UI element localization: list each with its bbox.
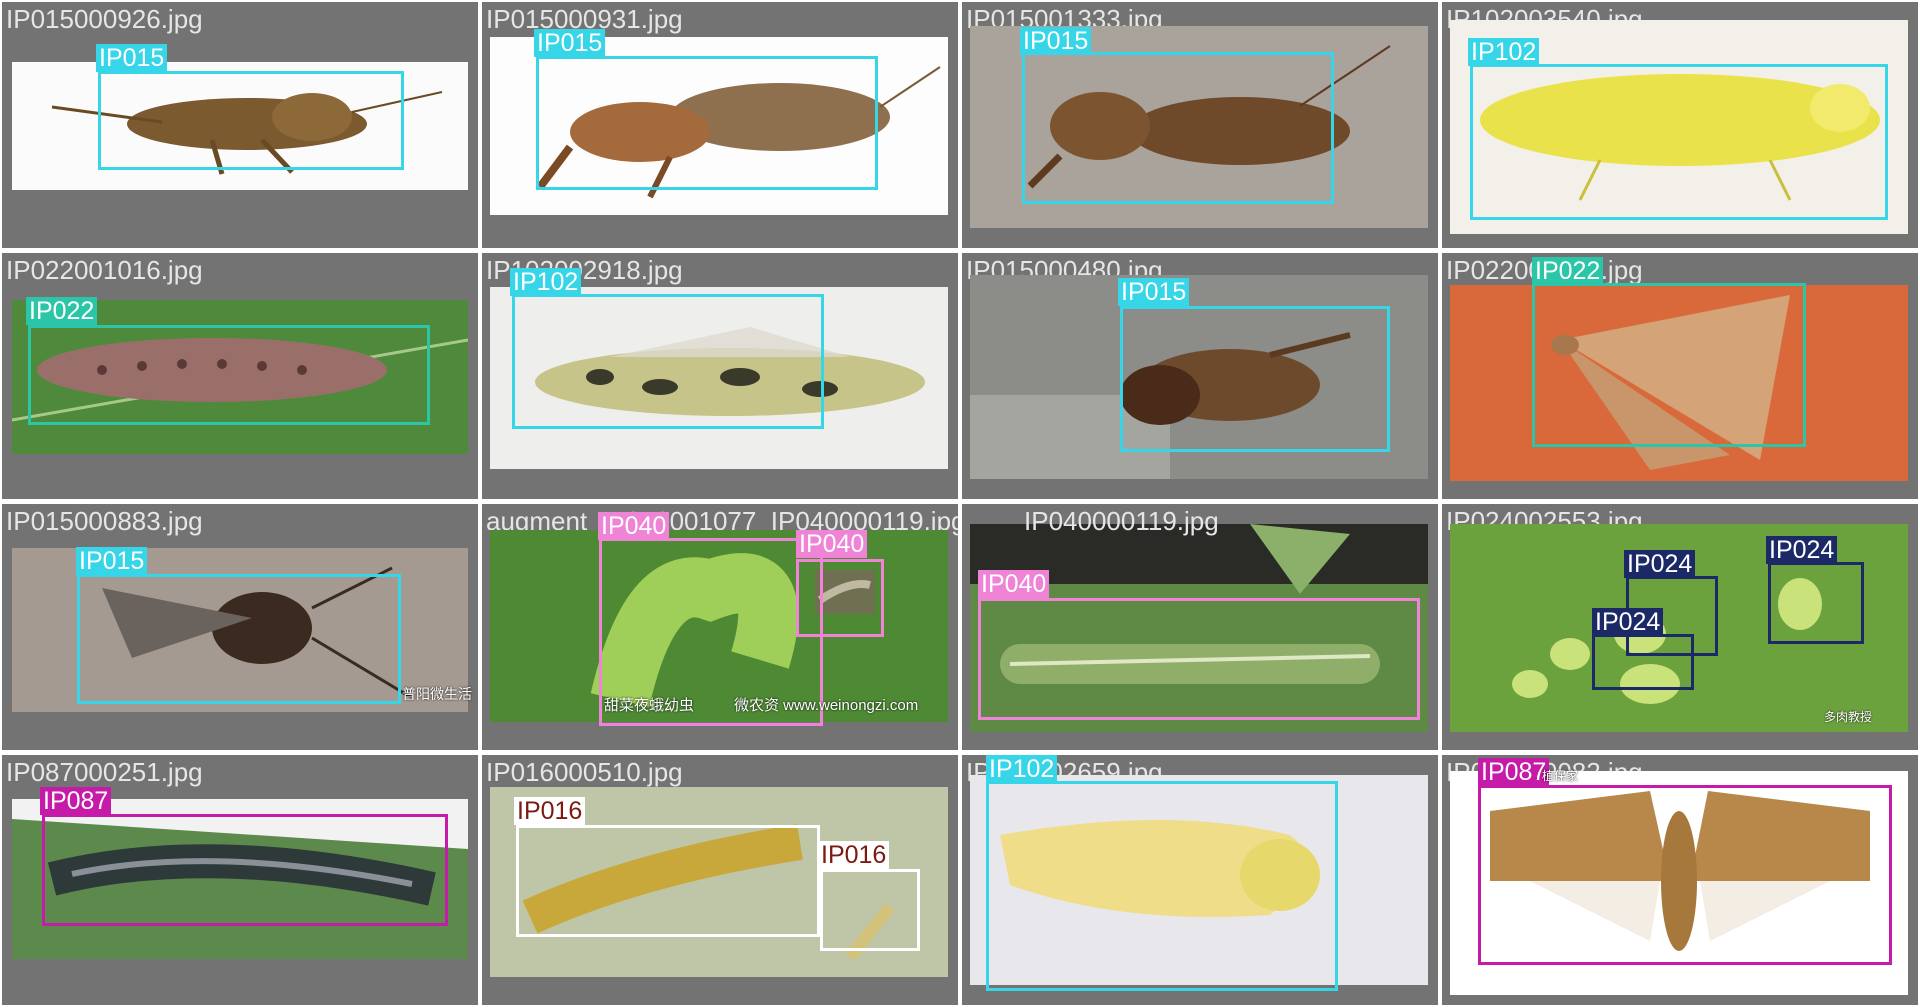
bounding-box (978, 598, 1420, 720)
tile-11[interactable]: IP040000119.jpg IP040 (962, 504, 1438, 750)
tile-9[interactable]: IP015000883.jpg IP015 普阳微生活 (2, 504, 478, 750)
class-label: IP022 (26, 297, 98, 325)
class-label: IP040 (978, 570, 1050, 598)
tile-4[interactable]: IP102003540.jpg IP102 (1442, 2, 1918, 248)
bounding-box (28, 325, 430, 425)
class-label: IP015 (96, 44, 168, 72)
tile-filename: IP016000510.jpg (486, 757, 683, 787)
bounding-box (77, 574, 401, 704)
bounding-box (1592, 634, 1694, 690)
watermark: 微农资 www.weinongzi.com (734, 697, 919, 714)
bounding-box (796, 559, 884, 637)
class-label: IP040 (796, 530, 868, 558)
tile-filename: IP015000926.jpg (6, 4, 203, 34)
class-label: IP087 (40, 787, 112, 815)
bounding-box (1022, 52, 1334, 204)
class-label: IP015 (76, 547, 148, 575)
class-label: IP015 (1118, 278, 1190, 306)
bounding-box (1478, 785, 1892, 965)
class-label: IP102 (986, 755, 1058, 783)
tile-filename: IP022001016.jpg (6, 255, 203, 285)
bounding-box (986, 781, 1338, 991)
class-label: IP024 (1624, 550, 1696, 578)
bounding-box (820, 869, 920, 951)
tile-2[interactable]: IP015000931.jpg IP015 (482, 2, 958, 248)
watermark: 多肉教授 (1824, 710, 1873, 724)
class-label: IP024 (1592, 608, 1664, 636)
tile-filename: IP015000883.jpg (6, 506, 203, 536)
class-label: IP016 (514, 797, 586, 825)
tile-5[interactable]: IP022001016.jpg IP022 (2, 253, 478, 499)
class-label: IP087 (1478, 758, 1550, 786)
class-label: IP024 (1766, 536, 1838, 564)
tile-14[interactable]: IP016000510.jpg IP016 IP016 (482, 755, 958, 1005)
tile-filename: IP087000251.jpg (6, 757, 203, 787)
class-label: IP015 (534, 29, 606, 57)
watermark: 普阳微生活 (402, 686, 472, 702)
tile-13[interactable]: IP087000251.jpg IP087 (2, 755, 478, 1005)
class-label: IP022 (1532, 257, 1604, 285)
class-label: IP102 (1468, 38, 1540, 66)
class-label: IP015 (1020, 27, 1092, 55)
watermark: 甜菜夜蛾幼虫 (604, 697, 695, 714)
tile-8[interactable]: IP022005833.jpg IP022 (1442, 253, 1918, 499)
tile-16[interactable]: IP087000082.jpg IP087 植保家 (1442, 755, 1918, 1005)
bounding-box (1768, 562, 1864, 644)
detection-mosaic: IP015000926.jpg IP015 IP015000931.jpg IP… (0, 0, 1920, 1008)
tile-12[interactable]: IP024002553.jpg IP024 IP024 IP024 多肉教授 (1442, 504, 1918, 750)
tile-filename: IP040000119.jpg (1024, 506, 1219, 536)
tile-3[interactable]: IP015001333.jpg IP015 (962, 2, 1438, 248)
bounding-box (1470, 64, 1888, 220)
bounding-box (536, 56, 878, 190)
watermark: 植保家 (1542, 769, 1579, 783)
tile-15[interactable]: IP102002659.jpg IP102 (962, 755, 1438, 1005)
bounding-box (516, 825, 820, 937)
tile-10[interactable]: augment_IP040001077_IP040000119.jpg IP04… (482, 504, 958, 750)
class-label: IP016 (818, 841, 890, 869)
bounding-box (512, 294, 824, 429)
bounding-box (42, 814, 448, 926)
class-label: IP040 (598, 512, 670, 540)
bounding-box (1532, 283, 1806, 447)
class-label: IP102 (510, 268, 582, 296)
bounding-box (98, 71, 404, 170)
bounding-box (1120, 306, 1390, 452)
tile-7[interactable]: IP015000480.jpg IP015 (962, 253, 1438, 499)
tile-1[interactable]: IP015000926.jpg IP015 (2, 2, 478, 248)
tile-6[interactable]: IP102002918.jpg IP102 (482, 253, 958, 499)
